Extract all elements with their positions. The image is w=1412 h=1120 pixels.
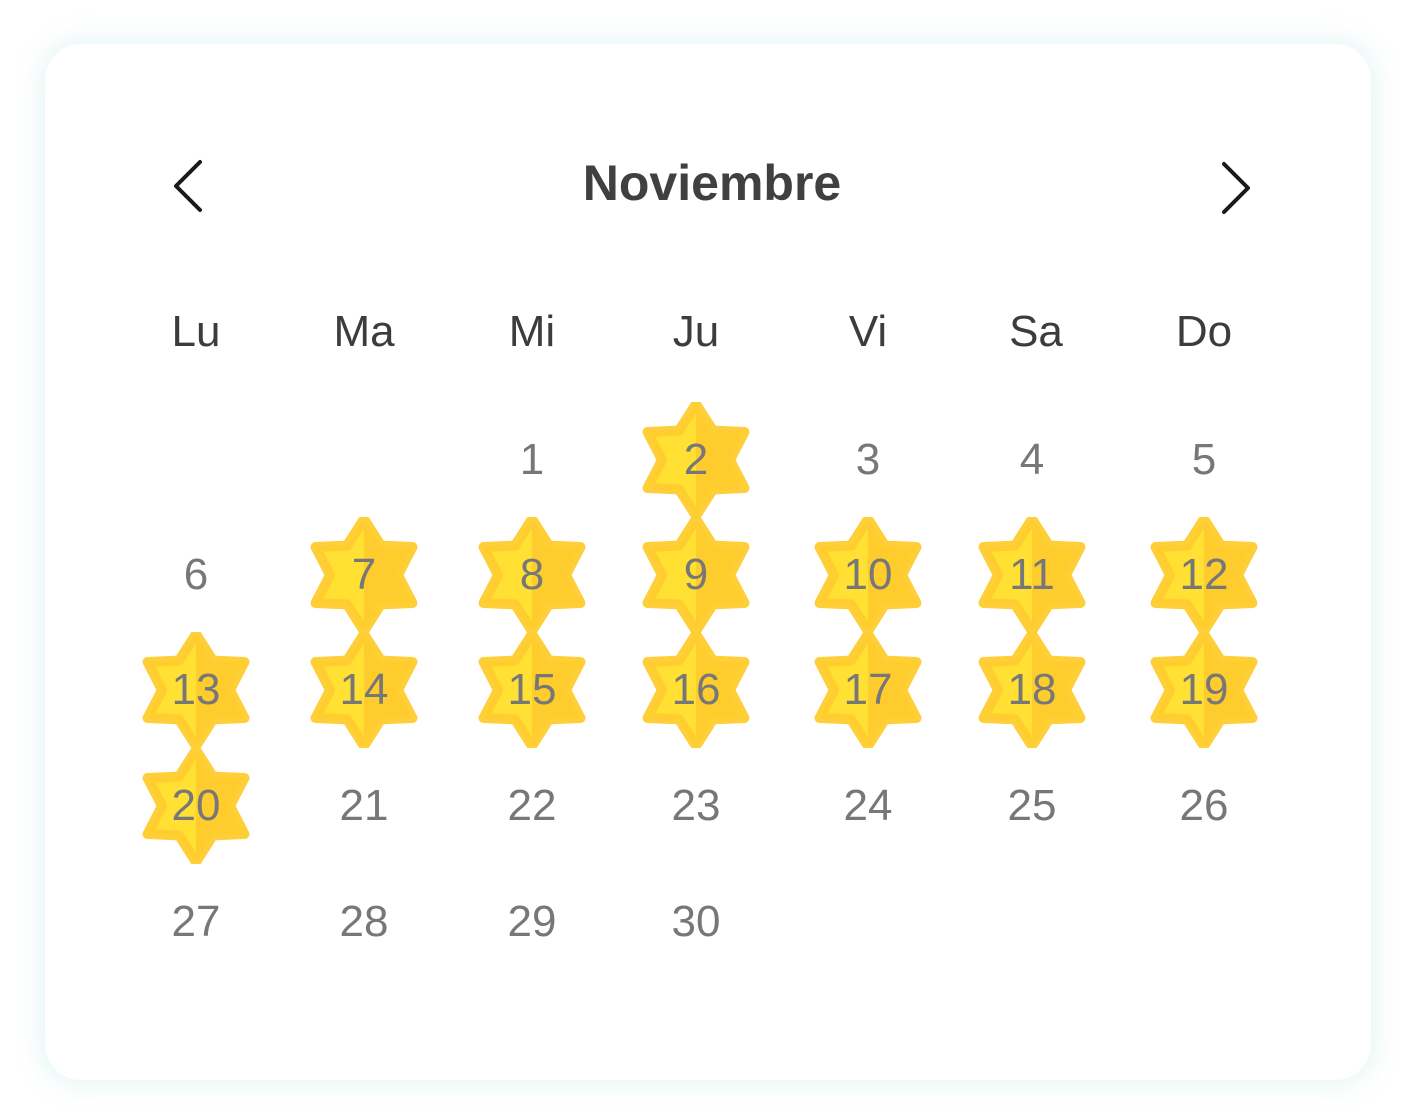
day-cell-23[interactable]: 23 xyxy=(626,748,766,864)
day-number: 30 xyxy=(671,897,721,946)
day-number: 16 xyxy=(671,665,721,714)
day-number: 18 xyxy=(1007,665,1057,714)
day-number: 20 xyxy=(171,781,221,830)
day-number: 24 xyxy=(843,781,893,830)
day-number: 13 xyxy=(171,665,221,714)
day-cell-12[interactable]: 12 xyxy=(1134,517,1274,633)
day-cell-3[interactable]: 3 xyxy=(798,402,938,518)
day-number: 27 xyxy=(171,897,221,946)
day-cell-6[interactable]: 6 xyxy=(126,517,266,633)
day-number: 8 xyxy=(519,550,545,599)
day-number: 5 xyxy=(1191,435,1217,484)
day-cell-1[interactable]: 1 xyxy=(462,402,602,518)
day-cell-14[interactable]: 14 xyxy=(294,632,434,748)
day-cell-25[interactable]: 25 xyxy=(962,748,1102,864)
weekday-lu: Lu xyxy=(171,307,221,356)
day-number: 22 xyxy=(507,781,557,830)
day-number: 11 xyxy=(1009,550,1055,599)
day-number: 28 xyxy=(339,897,389,946)
day-cell-7[interactable]: 7 xyxy=(294,517,434,633)
day-number: 29 xyxy=(507,897,557,946)
day-number: 10 xyxy=(843,550,893,599)
day-cell-21[interactable]: 21 xyxy=(294,748,434,864)
weekday-ju: Ju xyxy=(672,307,720,356)
day-cell-17[interactable]: 17 xyxy=(798,632,938,748)
day-cell-30[interactable]: 30 xyxy=(626,864,766,980)
next-month-button[interactable] xyxy=(1208,152,1264,222)
chevron-right-icon xyxy=(1222,162,1250,214)
day-cell-26[interactable]: 26 xyxy=(1134,748,1274,864)
day-number: 6 xyxy=(183,550,209,599)
day-cell-22[interactable]: 22 xyxy=(462,748,602,864)
day-number: 1 xyxy=(519,435,545,484)
day-number: 3 xyxy=(855,435,881,484)
day-cell-5[interactable]: 5 xyxy=(1134,402,1274,518)
day-number: 4 xyxy=(1019,435,1045,484)
day-cell-28[interactable]: 28 xyxy=(294,864,434,980)
weekday-do: Do xyxy=(1175,307,1233,356)
day-cell-24[interactable]: 24 xyxy=(798,748,938,864)
weekday-vi: Vi xyxy=(848,307,888,356)
day-cell-10[interactable]: 10 xyxy=(798,517,938,633)
day-cell-11[interactable]: 11 xyxy=(962,517,1102,633)
day-number: 17 xyxy=(843,665,893,714)
month-title: Noviembre xyxy=(582,155,842,211)
day-number: 25 xyxy=(1007,781,1057,830)
chevron-left-icon xyxy=(174,160,202,212)
day-cell-19[interactable]: 19 xyxy=(1134,632,1274,748)
day-number: 21 xyxy=(339,781,389,830)
day-cell-18[interactable]: 18 xyxy=(962,632,1102,748)
day-number: 26 xyxy=(1179,781,1229,830)
day-number: 15 xyxy=(507,665,557,714)
day-cell-15[interactable]: 15 xyxy=(462,632,602,748)
weekday-sa: Sa xyxy=(1009,307,1063,356)
day-cell-4[interactable]: 4 xyxy=(962,402,1102,518)
weekday-ma: Ma xyxy=(333,307,395,356)
day-cell-9[interactable]: 9 xyxy=(626,517,766,633)
day-number: 23 xyxy=(671,781,721,830)
day-cell-29[interactable]: 29 xyxy=(462,864,602,980)
day-number: 7 xyxy=(351,550,377,599)
weekday-mi: Mi xyxy=(508,307,556,356)
day-number: 14 xyxy=(339,665,389,714)
day-cell-8[interactable]: 8 xyxy=(462,517,602,633)
day-number: 12 xyxy=(1179,550,1229,599)
day-number: 19 xyxy=(1179,665,1229,714)
prev-month-button[interactable] xyxy=(160,150,216,220)
day-number: 2 xyxy=(683,435,709,484)
day-cell-2[interactable]: 2 xyxy=(626,402,766,518)
day-cell-27[interactable]: 27 xyxy=(126,864,266,980)
day-cell-16[interactable]: 16 xyxy=(626,632,766,748)
day-number: 9 xyxy=(683,550,709,599)
day-cell-13[interactable]: 13 xyxy=(126,632,266,748)
day-cell-20[interactable]: 20 xyxy=(126,748,266,864)
